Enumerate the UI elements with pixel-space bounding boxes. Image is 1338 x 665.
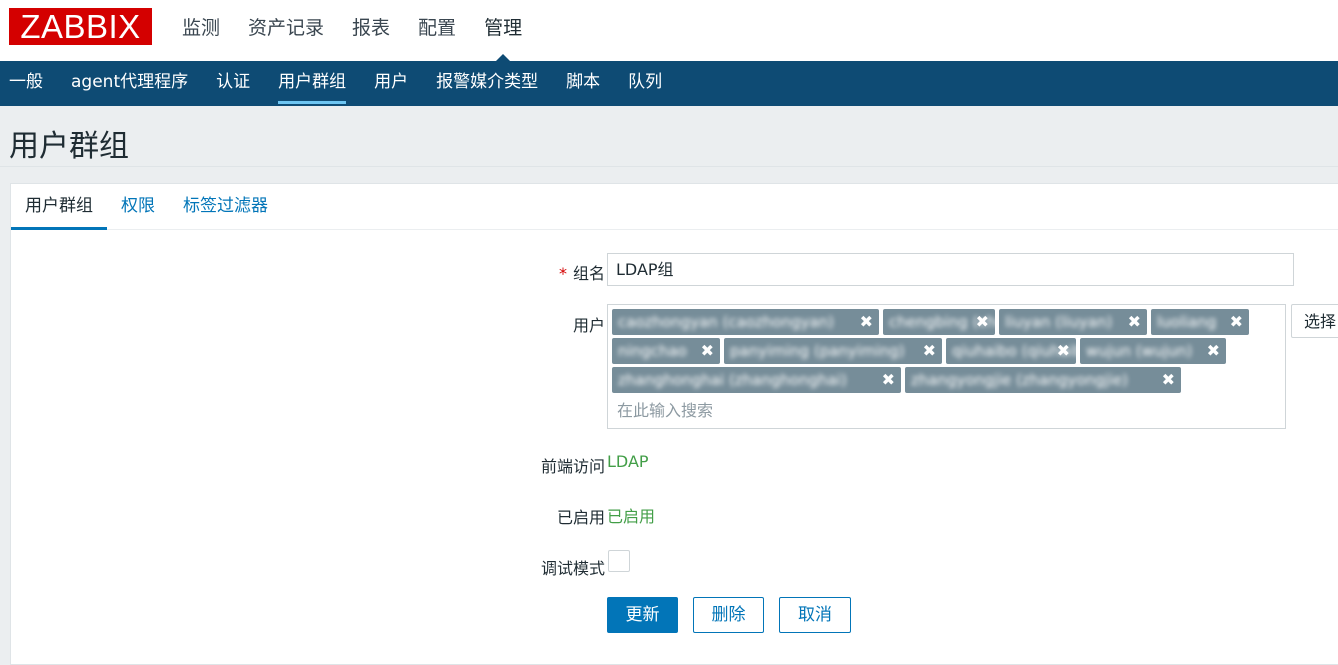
user-chip-label: zhanghonghai (zhanghonghai) [618, 371, 847, 389]
enabled-status-link[interactable]: 已启用 [607, 503, 655, 527]
title-divider [0, 166, 1338, 167]
user-chip-label: panyiming (panyiming) [730, 342, 905, 360]
tab-user-group[interactable]: 用户群组 [11, 184, 107, 230]
remove-icon[interactable]: ✖ [860, 309, 873, 335]
sub-menu-media-types[interactable]: 报警媒介类型 [422, 61, 552, 106]
user-chip: chengbing (chengbing) ✖ [883, 309, 995, 335]
user-chip: liuyan (liuyan) ✖ [999, 309, 1147, 335]
main-menu-administration[interactable]: 管理 [470, 0, 536, 62]
tab-bar: 用户群组 权限 标签过滤器 [11, 184, 1338, 230]
tab-permissions[interactable]: 权限 [107, 184, 169, 229]
users-multiselect[interactable]: caozhongyan (caozhongyan) ✖ chengbing (c… [607, 304, 1286, 429]
remove-icon[interactable]: ✖ [923, 338, 936, 364]
sub-menu: 一般 agent代理程序 认证 用户群组 用户 报警媒介类型 脚本 队列 [0, 61, 1338, 106]
main-menu-reports[interactable]: 报表 [338, 0, 404, 61]
group-name-input[interactable]: LDAP组 [607, 253, 1294, 286]
main-menu-monitoring[interactable]: 监测 [168, 0, 234, 61]
remove-icon[interactable]: ✖ [976, 309, 989, 335]
user-chip: wujun (wujun) ✖ [1080, 338, 1226, 364]
user-chip: ningchao ✖ [612, 338, 720, 364]
page-title: 用户群组 [9, 129, 129, 164]
zabbix-logo[interactable]: ZABBIX [9, 8, 152, 45]
debug-mode-label: 调试模式 [540, 559, 605, 578]
frontend-access-label: 前端访问 [540, 457, 605, 476]
delete-button[interactable]: 删除 [693, 597, 764, 633]
required-mark: * [558, 264, 567, 283]
sub-menu-user-groups[interactable]: 用户群组 [264, 61, 360, 106]
tab-tag-filter[interactable]: 标签过滤器 [169, 184, 282, 229]
user-chip: panyiming (panyiming) ✖ [724, 338, 942, 364]
main-menu-inventory[interactable]: 资产记录 [234, 0, 338, 61]
user-chip: luoliang ✖ [1151, 309, 1249, 335]
sub-menu-general[interactable]: 一般 [0, 61, 57, 106]
update-button[interactable]: 更新 [607, 597, 678, 633]
group-name-label: * 组名 [558, 264, 605, 283]
user-chip-label: luoliang [1157, 313, 1217, 331]
remove-icon[interactable]: ✖ [1207, 338, 1220, 364]
remove-icon[interactable]: ✖ [1162, 367, 1175, 393]
user-chip-label: wujun (wujun) [1086, 342, 1193, 360]
remove-icon[interactable]: ✖ [701, 338, 714, 364]
user-chip: zhanghonghai (zhanghonghai) ✖ [612, 367, 901, 393]
user-chip-label: zhangyongjie (zhangyongjie) [911, 371, 1128, 389]
form-card: 用户群组 权限 标签过滤器 * 组名 LDAP组 用户 caozhongyan (… [10, 183, 1338, 665]
sub-menu-scripts[interactable]: 脚本 [552, 61, 614, 106]
user-chip: qiuhaibo (qiuhaibo) ✖ [946, 338, 1076, 364]
sub-menu-users[interactable]: 用户 [360, 61, 422, 106]
remove-icon[interactable]: ✖ [1230, 309, 1243, 335]
main-menu-configuration[interactable]: 配置 [404, 0, 470, 61]
remove-icon[interactable]: ✖ [882, 367, 895, 393]
remove-icon[interactable]: ✖ [1128, 309, 1141, 335]
select-users-button[interactable]: 选择 [1291, 304, 1338, 338]
user-chip-label: ningchao [618, 342, 687, 360]
sub-menu-proxies[interactable]: agent代理程序 [57, 61, 202, 106]
remove-icon[interactable]: ✖ [1057, 338, 1070, 364]
sub-menu-authentication[interactable]: 认证 [202, 61, 264, 106]
user-chip-label: caozhongyan (caozhongyan) [618, 313, 835, 331]
top-bar: ZABBIX 监测 资产记录 报表 配置 管理 [0, 0, 1338, 62]
user-chip-label: liuyan (liuyan) [1005, 313, 1113, 331]
cancel-button[interactable]: 取消 [779, 597, 851, 633]
user-chip: caozhongyan (caozhongyan) ✖ [612, 309, 879, 335]
users-label: 用户 [572, 316, 605, 335]
users-search-placeholder[interactable]: 在此输入搜索 [617, 397, 713, 421]
frontend-access-link[interactable]: LDAP [607, 452, 649, 471]
user-chip: zhangyongjie (zhangyongjie) ✖ [905, 367, 1181, 393]
enabled-label: 已启用 [556, 508, 605, 527]
debug-mode-checkbox[interactable] [608, 550, 630, 572]
sub-menu-queue[interactable]: 队列 [614, 61, 676, 106]
main-menu: 监测 资产记录 报表 配置 管理 [168, 0, 536, 62]
